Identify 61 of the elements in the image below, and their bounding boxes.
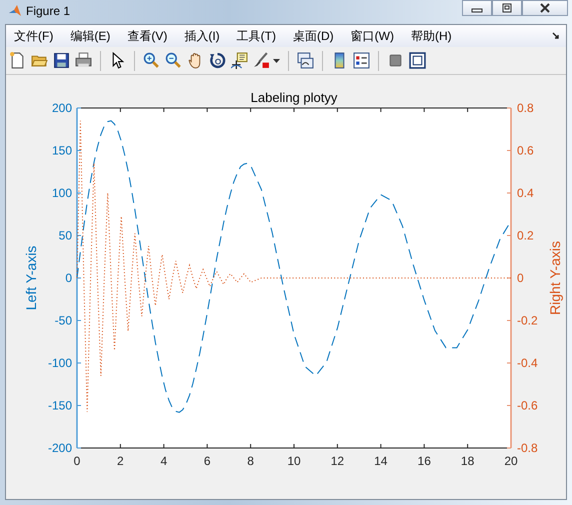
right-tick-label: 0.6 (517, 144, 534, 158)
menu-item[interactable]: 工具(T) (234, 28, 284, 44)
legend-icon[interactable] (353, 52, 370, 69)
x-tick-label: 14 (374, 454, 388, 468)
menu-item[interactable]: 插入(I) (182, 28, 228, 44)
x-tick-label: 16 (418, 454, 431, 468)
right-tick-label: 0.4 (517, 186, 534, 200)
save-icon[interactable] (53, 52, 70, 69)
menu-item[interactable]: 帮助(H) (408, 28, 460, 44)
maximize-button[interactable] (492, 0, 522, 16)
window-title: Figure 1 (26, 4, 70, 18)
x-tick-label: 0 (74, 454, 80, 468)
x-tick-label: 12 (330, 454, 344, 468)
right-axis-label: Right Y-axis (547, 241, 563, 315)
left-tick-label: -100 (48, 356, 72, 370)
right-tick-label: -0.2 (517, 314, 538, 328)
right-tick-label: -0.6 (517, 398, 538, 412)
square-icon[interactable] (387, 52, 404, 69)
dock-arrow-icon[interactable] (552, 32, 560, 40)
x-tick-label: 6 (204, 454, 211, 468)
data-cursor-icon[interactable] (231, 52, 248, 69)
app-logo-icon (8, 4, 22, 18)
x-tick-label: 4 (160, 454, 168, 468)
right-tick-label: -0.4 (517, 356, 538, 370)
maximize-icon (501, 3, 513, 13)
left-tick-label: -50 (54, 314, 72, 328)
panel-icon[interactable] (409, 52, 426, 69)
right-tick-label: 0 (517, 271, 524, 285)
new-file-icon[interactable] (9, 52, 26, 69)
menu-item[interactable]: 桌面(D) (290, 28, 342, 44)
left-tick-label: 100 (52, 186, 72, 200)
right-tick-label: 0.8 (517, 101, 534, 115)
brush-icon[interactable] (253, 52, 270, 69)
x-tick-label: 2 (117, 454, 124, 468)
rotate-icon[interactable] (209, 52, 226, 69)
right-tick-label: 0.2 (517, 228, 534, 242)
menu-item[interactable]: 查看(V) (125, 28, 176, 44)
left-tick-label: 50 (58, 228, 72, 242)
chart-title: Labeling plotyy (250, 90, 338, 105)
x-tick-label: 18 (460, 454, 474, 468)
right-tick-label: -0.8 (517, 441, 538, 455)
left-tick-label: -150 (48, 398, 72, 412)
zoom-out-icon[interactable] (165, 52, 182, 69)
left-axis-label: Left Y-axis (23, 246, 39, 310)
left-tick-label: -200 (48, 441, 72, 455)
link-icon[interactable] (297, 52, 314, 69)
caret-icon[interactable] (273, 58, 280, 62)
menu-item[interactable]: 编辑(E) (68, 28, 118, 44)
x-tick-label: 10 (287, 454, 301, 468)
x-tick-label: 8 (247, 454, 254, 468)
x-tick-label: 20 (504, 454, 518, 468)
print-icon[interactable] (75, 52, 92, 69)
minimize-button[interactable] (462, 0, 492, 16)
left-tick-label: 0 (65, 271, 72, 285)
left-tick-label: 200 (52, 101, 72, 115)
close-button[interactable] (522, 0, 568, 16)
close-icon (539, 3, 551, 13)
left-tick-label: 150 (52, 144, 72, 158)
menu-item[interactable]: 窗口(W) (348, 28, 402, 44)
menu-item[interactable]: 文件(F) (12, 28, 62, 44)
zoom-in-icon[interactable] (143, 52, 160, 69)
